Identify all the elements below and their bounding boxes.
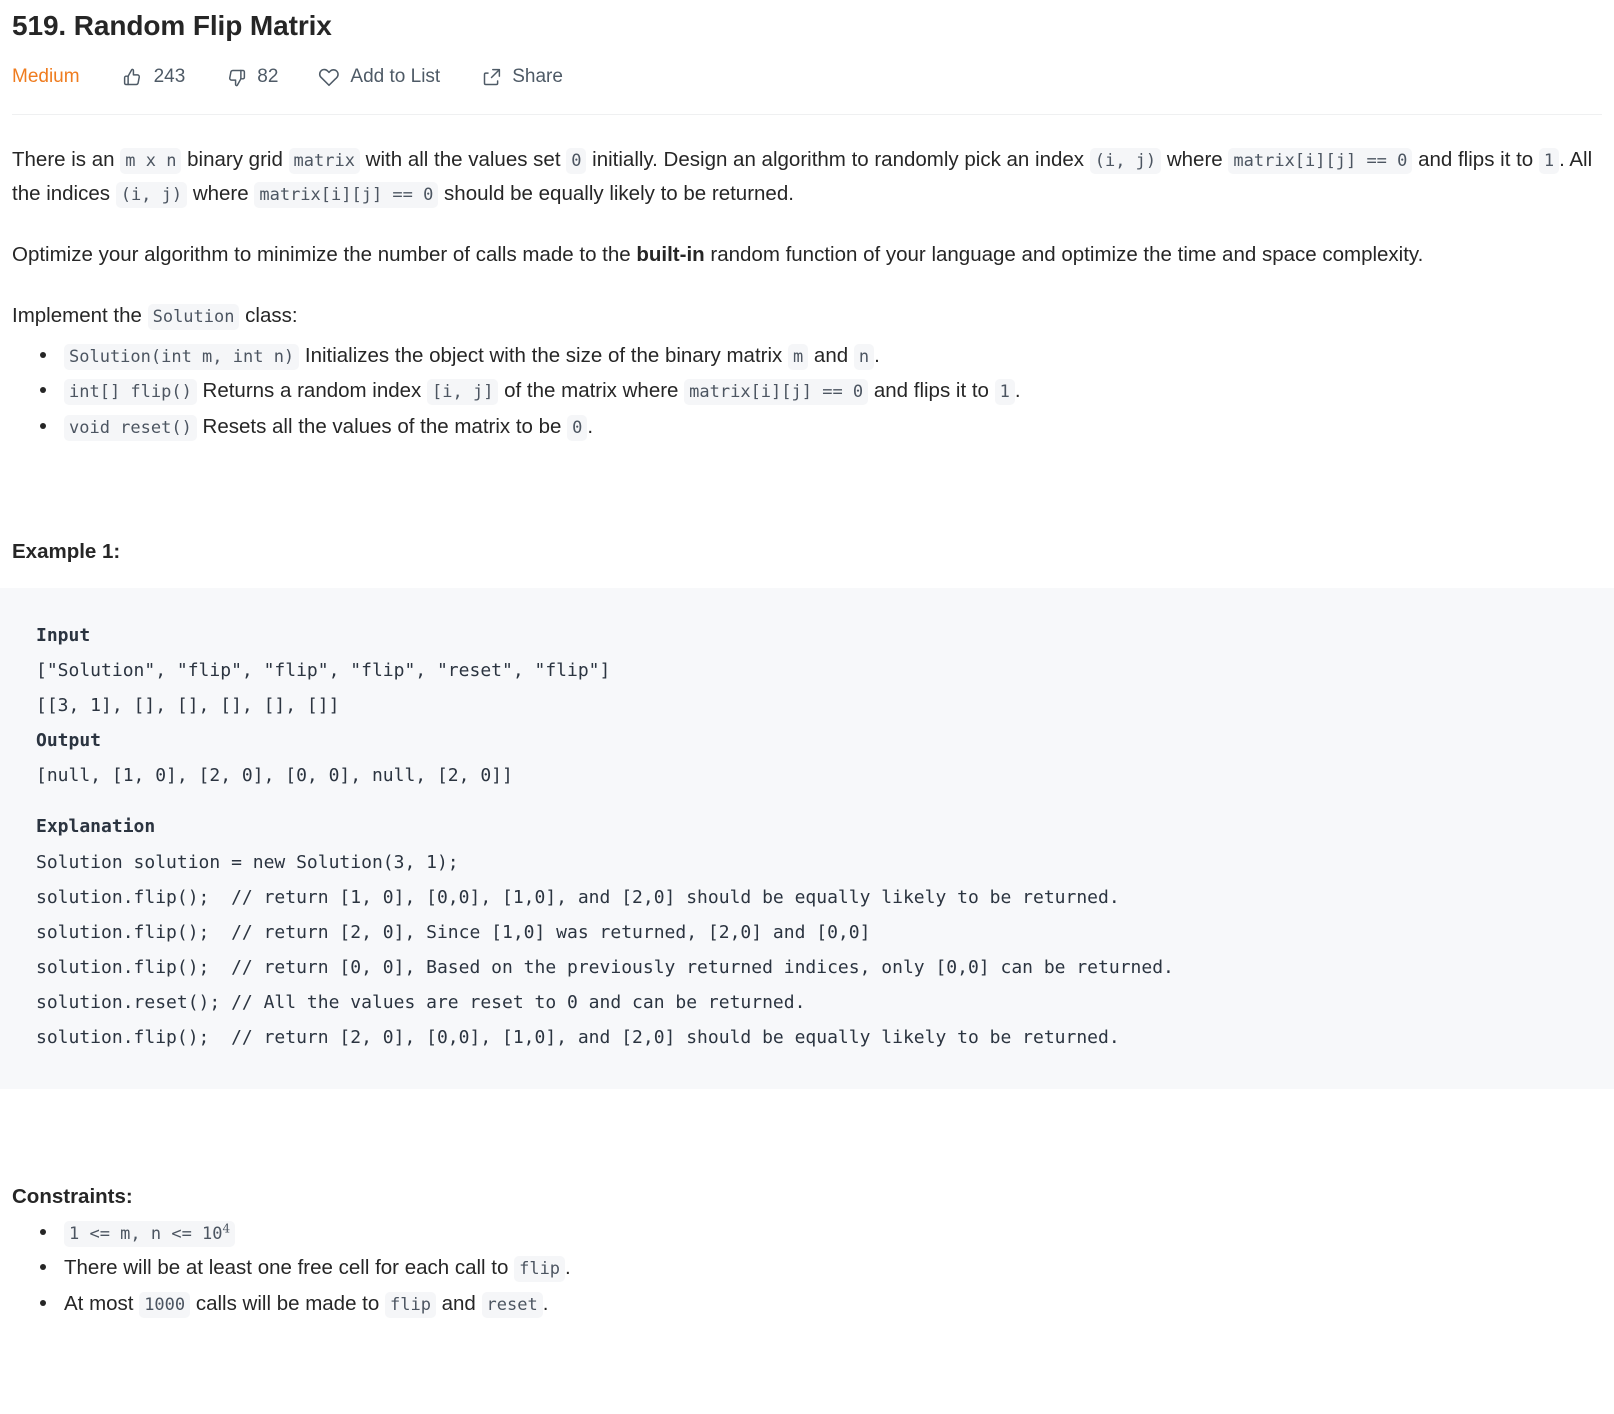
method-1-text-3: and flips it to [868, 379, 995, 403]
p1-code-1: m x n [120, 148, 182, 175]
p1-text-8: where [187, 181, 255, 205]
explanation-label: Explanation [36, 816, 156, 838]
thumbs-up-icon [122, 66, 144, 88]
p1-code-4: (i, j) [1089, 148, 1162, 175]
method-0-text-1: Initializes the object with the size of … [299, 344, 788, 368]
explanation-line-1: solution.flip(); // return [1, 0], [0,0]… [36, 886, 1120, 908]
p1-code-7: (i, j) [115, 181, 188, 208]
constraint-0-code: 1 <= m, n <= 104 [64, 1221, 236, 1248]
constraint-2-code-reset: reset [481, 1291, 543, 1318]
list-item: Solution(int m, int n) Initializes the o… [40, 338, 1602, 373]
method-2-text-1: Resets all the values of the matrix to b… [196, 414, 568, 438]
p3-text-2: class: [239, 304, 298, 327]
example-spacer [12, 444, 1602, 540]
list-item: At most 1000 calls will be made to flip … [40, 1286, 1602, 1321]
p2-bold-builtin: built-in [636, 242, 705, 266]
input-line-1: [[3, 1], [], [], [], [], []] [36, 695, 340, 717]
p2-text-1: Optimize your algorithm to minimize the … [12, 242, 637, 266]
example-heading: Example 1: [12, 539, 121, 563]
p1-text-4: initially. Design an algorithm to random… [586, 148, 1090, 172]
method-signature-reset: void reset() [64, 414, 197, 441]
p1-text-6: and flips it to [1412, 148, 1539, 172]
bottom-spacer [12, 1321, 1602, 1365]
p1-code-2: matrix [288, 148, 360, 175]
method-1-code-1: [i, j] [427, 379, 499, 406]
method-1-text-4: . [1014, 379, 1021, 403]
example-code-block: Input ["Solution", "flip", "flip", "flip… [0, 587, 1614, 1090]
share-button[interactable]: Share [480, 66, 563, 88]
constraint-1-code-flip: flip [514, 1256, 566, 1283]
p1-code-3: 0 [566, 148, 587, 175]
p1-code-6: 1 [1538, 148, 1560, 175]
like-count: 243 [153, 66, 186, 88]
method-0-code-2: n [853, 344, 875, 371]
description-paragraph-1: There is an m x n binary grid matrix wit… [12, 115, 1602, 209]
explanation-line-5: solution.flip(); // return [2, 0], [0,0]… [36, 1026, 1120, 1048]
share-label: Share [512, 66, 563, 88]
description-paragraph-3: Implement the Solution class: [12, 271, 1602, 332]
constraint-2-code-1000: 1000 [139, 1291, 191, 1318]
constraint-2-code-flip: flip [384, 1291, 436, 1318]
input-label: Input [36, 624, 91, 646]
method-0-code-1: m [787, 344, 809, 371]
constraint-1-text-2: . [565, 1256, 571, 1280]
thumbs-down-icon [225, 66, 247, 88]
add-to-list-label: Add to List [350, 66, 441, 88]
method-1-text-2: of the matrix where [498, 379, 685, 403]
constraints-heading: Constraints: [12, 1185, 133, 1209]
constraint-0-exponent: 4 [222, 1221, 231, 1236]
list-item: void reset() Resets all the values of th… [40, 409, 1602, 444]
difficulty-badge: Medium [12, 66, 80, 88]
list-item: int[] flip() Returns a random index [i, … [40, 373, 1602, 408]
p1-text-1: There is an [12, 148, 121, 172]
constraint-1-text-1: There will be at least one free cell for… [64, 1256, 515, 1280]
dislike-button[interactable]: 82 [225, 66, 278, 88]
method-signature-constructor: Solution(int m, int n) [64, 344, 300, 371]
method-1-code-2: matrix[i][j] == 0 [684, 379, 869, 406]
constraint-2-text-2: calls will be made to [190, 1291, 385, 1315]
share-icon [480, 66, 502, 88]
method-2-text-2: . [587, 414, 594, 438]
method-0-text-3: . [874, 344, 880, 368]
list-item: 1 <= m, n <= 104 [40, 1215, 1602, 1250]
output-line-0: [null, [1, 0], [2, 0], [0, 0], null, [2,… [36, 765, 513, 787]
add-to-list-button[interactable]: Add to List [318, 66, 440, 88]
constraint-2-text-4: . [542, 1291, 549, 1315]
p1-text-3: with all the values set [359, 148, 567, 172]
list-item: There will be at least one free cell for… [40, 1250, 1602, 1285]
method-signature-flip: int[] flip() [64, 379, 197, 406]
description-paragraph-2: Optimize your algorithm to minimize the … [12, 210, 1602, 271]
output-label: Output [36, 730, 102, 752]
method-2-code-1: 0 [567, 414, 588, 441]
p1-text-9: should be equally likely to be returned. [438, 181, 794, 205]
p2-text-2: random function of your language and opt… [704, 242, 1424, 266]
constraints-list: 1 <= m, n <= 104 There will be at least … [12, 1215, 1602, 1321]
like-button[interactable]: 243 [122, 66, 186, 88]
method-1-code-3: 1 [994, 379, 1015, 406]
method-0-text-2: and [808, 344, 854, 368]
p3-code-solution: Solution [147, 304, 240, 330]
p1-text-5: where [1161, 148, 1229, 172]
p1-text-2: binary grid [181, 148, 289, 172]
method-1-text-1: Returns a random index [196, 379, 428, 403]
method-list: Solution(int m, int n) Initializes the o… [12, 338, 1602, 444]
problem-meta-row: Medium 243 82 Add to List Share [12, 44, 1602, 88]
p1-code-8: matrix[i][j] == 0 [254, 181, 439, 208]
constraint-2-text-1: At most [64, 1291, 140, 1315]
page-title: 519. Random Flip Matrix [12, 10, 332, 41]
explanation-line-4: solution.reset(); // All the values are … [36, 991, 806, 1013]
constraint-0-code-text: 1 <= m, n <= 10 [69, 1224, 223, 1245]
explanation-line-3: solution.flip(); // return [0, 0], Based… [36, 956, 1174, 978]
constraint-2-text-3: and [435, 1291, 482, 1315]
p3-text-1: Implement the [12, 304, 148, 327]
p1-code-5: matrix[i][j] == 0 [1228, 148, 1413, 175]
problem-description-page: 519. Random Flip Matrix Medium 243 82 Ad… [0, 0, 1614, 1365]
explanation-line-2: solution.flip(); // return [2, 0], Since… [36, 921, 871, 943]
input-line-0: ["Solution", "flip", "flip", "flip", "re… [36, 660, 611, 682]
explanation-line-0: Solution solution = new Solution(3, 1); [36, 851, 459, 873]
dislike-count: 82 [257, 66, 279, 88]
heart-icon [318, 66, 340, 88]
constraints-spacer [12, 1089, 1602, 1185]
